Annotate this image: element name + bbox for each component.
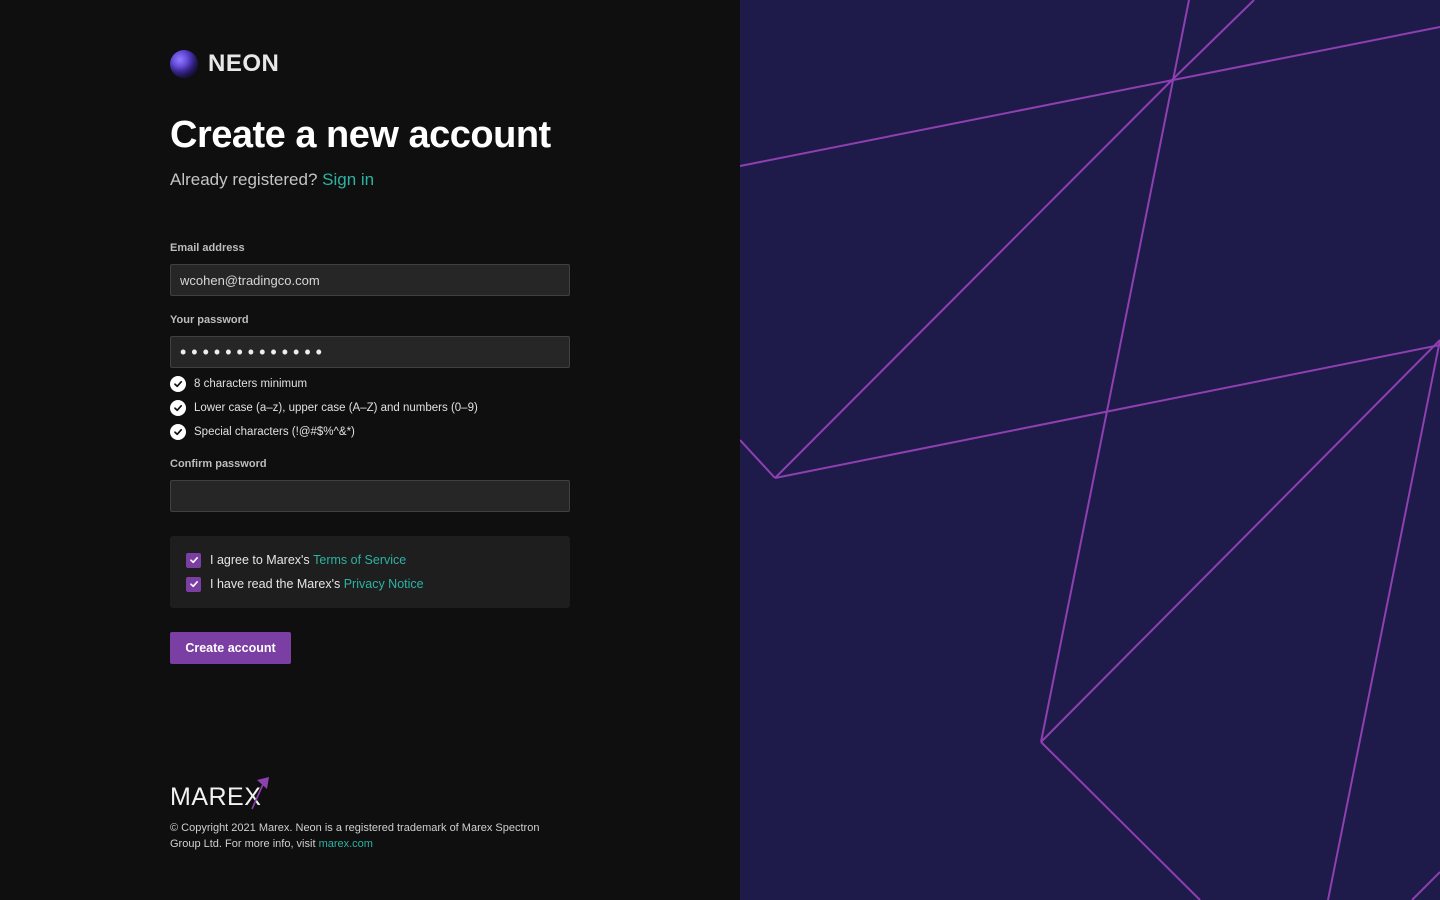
- agreements-box: I agree to Marex's Terms of Service I ha…: [170, 536, 570, 608]
- create-account-button[interactable]: Create account: [170, 632, 291, 664]
- privacy-prefix: I have read the Marex's: [210, 577, 341, 591]
- password-rule: Lower case (a–z), upper case (A–Z) and n…: [170, 399, 478, 416]
- copyright-text: © Copyright 2021 Marex. Neon is a regist…: [170, 820, 570, 852]
- password-rule-text: Special characters (!@#$%^&*): [194, 425, 355, 438]
- check-circle-icon: [170, 399, 186, 416]
- password-field[interactable]: [170, 336, 570, 368]
- marex-logo: MAREX: [170, 774, 271, 810]
- sign-in-link[interactable]: Sign in: [322, 170, 374, 189]
- privacy-notice-link[interactable]: Privacy Notice: [344, 577, 424, 591]
- email-field[interactable]: [170, 264, 570, 296]
- marex-arrow-icon: [251, 777, 270, 810]
- terms-prefix: I agree to Marex's: [210, 553, 310, 567]
- signup-panel: NEON Create a new account Already regist…: [0, 0, 740, 900]
- password-rule-text: Lower case (a–z), upper case (A–Z) and n…: [194, 401, 478, 414]
- checkmark-icon: [189, 581, 198, 588]
- password-rule-text: 8 characters minimum: [194, 377, 308, 390]
- email-label: Email address: [170, 242, 245, 254]
- check-circle-icon: [170, 375, 186, 392]
- password-label: Your password: [170, 314, 249, 326]
- neon-logo: NEON: [170, 48, 279, 80]
- terms-agreement: I agree to Marex's Terms of Service: [186, 552, 406, 568]
- page-title: Create a new account: [170, 114, 551, 156]
- password-rule: 8 characters minimum: [170, 375, 307, 392]
- decorative-panel: [740, 0, 1440, 900]
- already-registered-text: Already registered?: [170, 170, 318, 189]
- confirm-password-label: Confirm password: [170, 458, 267, 470]
- neon-orb-icon: [170, 50, 198, 78]
- terms-checkbox[interactable]: [186, 552, 201, 568]
- privacy-checkbox[interactable]: [186, 576, 201, 592]
- geometric-lines-graphic: [740, 0, 1440, 900]
- marex-wordmark: MAREX: [170, 783, 262, 811]
- checkmark-icon: [189, 557, 198, 564]
- password-rule: Special characters (!@#$%^&*): [170, 423, 355, 440]
- confirm-password-field[interactable]: [170, 480, 570, 512]
- signin-prompt: Already registered? Sign in: [170, 170, 374, 190]
- terms-of-service-link[interactable]: Terms of Service: [313, 553, 406, 567]
- check-circle-icon: [170, 423, 186, 440]
- brand-name: NEON: [208, 50, 280, 77]
- privacy-agreement: I have read the Marex's Privacy Notice: [186, 576, 424, 592]
- marex-site-link[interactable]: marex.com: [319, 838, 373, 850]
